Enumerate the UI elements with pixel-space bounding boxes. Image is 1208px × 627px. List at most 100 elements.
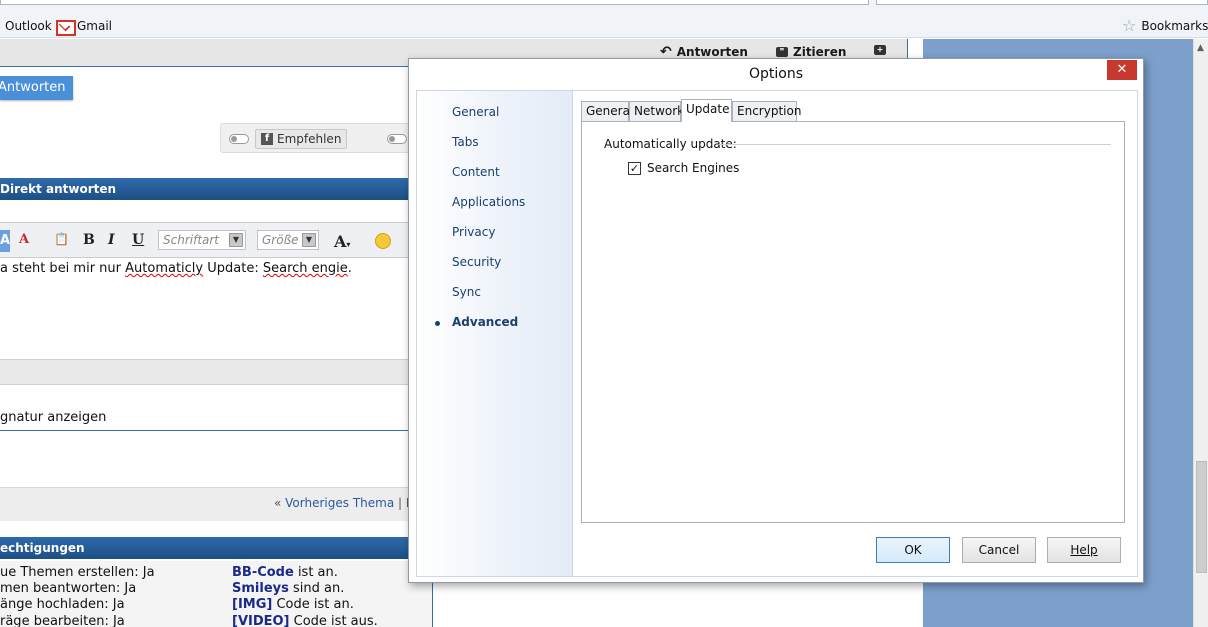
permission-status: Code ist an. xyxy=(272,597,354,612)
editor-text-prefix: a steht bei mir nur xyxy=(0,261,126,276)
address-bar[interactable] xyxy=(0,0,869,5)
bookmark-gmail-label: Gmail xyxy=(77,19,113,33)
quote-action-label: Zitieren xyxy=(793,45,847,59)
scroll-thumb[interactable] xyxy=(1196,461,1207,573)
help-button[interactable]: Help xyxy=(1047,537,1121,563)
size-select[interactable]: Größe ▼ xyxy=(257,230,319,250)
category-tabs[interactable]: Tabs xyxy=(452,135,479,149)
permission-right: BB-Code ist an. xyxy=(232,565,338,580)
bbcode-link[interactable]: BB-Code xyxy=(232,565,294,580)
category-privacy[interactable]: Privacy xyxy=(452,225,495,239)
dialog-title: Options xyxy=(748,66,804,82)
quote-action[interactable]: ❞ Zitieren xyxy=(776,45,846,59)
misspelled-word: Automaticly xyxy=(125,261,204,276)
video-code-link[interactable]: [VIDEO] xyxy=(232,614,290,627)
category-content[interactable]: Content xyxy=(452,165,500,179)
font-select-value: Schriftart xyxy=(163,233,220,247)
bookmarks-bar: Outlook Gmail ☆ Bookmarks xyxy=(0,14,1208,38)
tab-update[interactable]: Update xyxy=(681,99,732,122)
bookmarks-menu[interactable]: ☆ Bookmarks xyxy=(1122,16,1208,35)
text-color-icon[interactable]: A xyxy=(0,230,10,252)
star-icon: ☆ xyxy=(1122,16,1137,35)
category-security[interactable]: Security xyxy=(452,255,501,269)
page-scrollbar[interactable]: ▲ xyxy=(1193,39,1208,627)
img-code-link[interactable]: [IMG] xyxy=(232,597,272,612)
paste-icon[interactable]: 📋 xyxy=(54,232,69,246)
category-sync[interactable]: Sync xyxy=(452,285,481,299)
recommend-button[interactable]: f Empfehlen xyxy=(255,129,348,149)
ok-button[interactable]: OK xyxy=(876,537,950,563)
permissions-header: echtigungen xyxy=(0,537,410,559)
editor-content[interactable]: a steht bei mir nur Automaticly Update: … xyxy=(0,261,410,276)
previous-thread-link[interactable]: Vorheriges Thema xyxy=(285,496,394,510)
category-applications[interactable]: Applications xyxy=(452,195,525,209)
auto-update-group-label: Automatically update: xyxy=(604,137,737,151)
chevron-down-icon: ▼ xyxy=(302,233,316,247)
reply-action-label: Antworten xyxy=(676,45,748,59)
misspelled-phrase: Search engie xyxy=(262,261,348,276)
permission-right: Smileys sind an. xyxy=(232,581,344,596)
permission-right: [VIDEO] Code ist aus. xyxy=(232,614,378,627)
browser-toolbar-fragment xyxy=(0,0,1208,14)
italic-icon[interactable]: I xyxy=(108,232,115,248)
chevron-down-icon: ▼ xyxy=(229,233,243,247)
permission-left: änge hochladen: Ja xyxy=(0,597,125,612)
tab-encryption[interactable]: Encryption xyxy=(732,101,801,121)
update-tab-panel: Automatically update: ✓ Search Engines xyxy=(581,121,1125,523)
bookmark-outlook[interactable]: Outlook xyxy=(5,19,52,33)
search-engines-checkbox[interactable]: ✓ xyxy=(628,162,641,175)
permission-status: Code ist aus. xyxy=(289,614,378,627)
share-toggle[interactable] xyxy=(229,134,249,144)
category-list: General Tabs Content Applications Privac… xyxy=(417,91,573,576)
divider xyxy=(0,430,410,431)
font-select[interactable]: Schriftart ▼ xyxy=(158,230,246,250)
font-color-icon[interactable]: A▾ xyxy=(334,232,350,251)
underline-icon[interactable]: U xyxy=(132,232,144,248)
editor-footer xyxy=(0,359,410,385)
multi-quote-icon: + xyxy=(874,45,886,55)
permission-status: ist an. xyxy=(293,565,338,580)
size-select-value: Größe xyxy=(262,233,299,247)
reply-action[interactable]: ↶ Antworten xyxy=(660,45,748,59)
editor-text-mid: Update: xyxy=(203,261,263,276)
bold-icon[interactable]: B xyxy=(83,232,95,248)
divider xyxy=(719,144,1111,145)
thread-nav-links: « Vorheriges Thema | F xyxy=(274,496,413,510)
bookmark-gmail[interactable]: Gmail xyxy=(56,19,113,36)
category-general[interactable]: General xyxy=(452,105,499,119)
permission-left: räge bearbeiten: Ja xyxy=(0,614,125,627)
permission-right: [IMG] Code ist an. xyxy=(232,597,354,612)
share-toggle-2[interactable] xyxy=(387,134,407,144)
thread-navigation: « Vorheriges Thema | F xyxy=(0,487,413,521)
permission-left: ue Themen erstellen: Ja xyxy=(0,565,155,580)
signature-option-label[interactable]: gnatur anzeigen xyxy=(0,410,106,425)
page-content-area xyxy=(433,583,923,627)
facebook-icon: f xyxy=(261,133,273,145)
selected-bullet-icon xyxy=(435,321,440,326)
gmail-icon xyxy=(56,20,76,36)
editor-text-suffix: . xyxy=(347,261,352,276)
dialog-body: General Tabs Content Applications Privac… xyxy=(416,90,1138,577)
bookmark-outlook-label: Outlook xyxy=(5,19,52,33)
bookmarks-menu-label: Bookmarks xyxy=(1141,19,1208,33)
tab-network[interactable]: Network xyxy=(629,101,684,121)
editor-toolbar: A A 📋 B I U Schriftart ▼ Größe ▼ A▾ xyxy=(0,222,410,258)
smiley-icon[interactable] xyxy=(375,233,391,249)
highlight-icon[interactable]: A xyxy=(19,232,29,247)
category-advanced[interactable]: Advanced xyxy=(452,315,518,329)
scroll-up-icon[interactable]: ▲ xyxy=(1197,43,1204,53)
tab-general[interactable]: General xyxy=(581,101,633,121)
quote-icon: ❞ xyxy=(776,47,788,57)
options-dialog: Options ✕ General Tabs Content Applicati… xyxy=(408,58,1144,583)
smileys-link[interactable]: Smileys xyxy=(232,581,289,596)
close-button[interactable]: ✕ xyxy=(1107,60,1137,80)
cancel-button[interactable]: Cancel xyxy=(962,537,1036,563)
search-engines-label[interactable]: Search Engines xyxy=(647,161,739,175)
search-bar[interactable] xyxy=(876,0,1208,5)
prev-prefix: « xyxy=(274,496,286,510)
permission-left: men beantworten: Ja xyxy=(0,581,137,596)
recommend-label: Empfehlen xyxy=(277,132,342,146)
permission-status: sind an. xyxy=(288,581,345,596)
reply-button[interactable]: Antworten xyxy=(0,76,73,100)
more-action[interactable]: + xyxy=(874,45,886,55)
